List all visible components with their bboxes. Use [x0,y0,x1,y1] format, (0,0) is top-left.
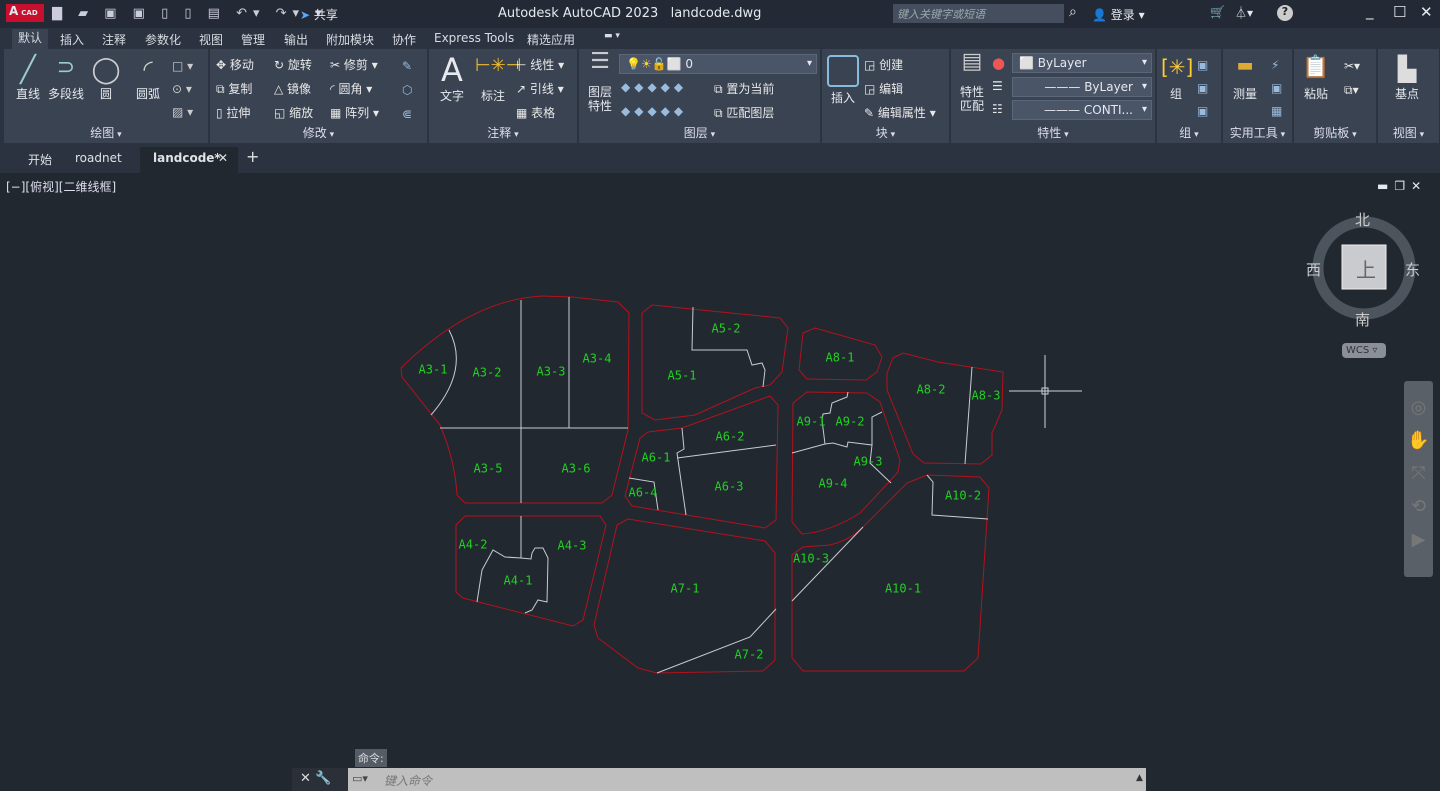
parcel-boundaries [400,295,1004,674]
close-command-icon[interactable]: ✕ [300,771,311,786]
parcel-label[interactable]: A6-3 [715,480,744,494]
block-a8[interactable] [886,352,1004,465]
parcel-label[interactable]: A8-1 [826,351,855,365]
parcel-label[interactable]: A4-1 [504,574,533,588]
parcel-label[interactable]: A3-6 [562,462,591,476]
ucs-label: WCS [1346,345,1370,356]
command-prompt-icon[interactable]: ▭▾ [352,772,368,785]
parcel-label[interactable]: A9-4 [819,477,848,491]
parcel-label[interactable]: A3-2 [473,366,502,380]
parcel-label[interactable]: A10-2 [945,489,981,503]
viewcube-top-face[interactable]: 上 [1356,254,1376,283]
compass-east[interactable]: 东 [1405,259,1420,280]
parcel-label[interactable]: A10-1 [885,582,921,596]
parcel-label[interactable]: A6-2 [716,430,745,444]
parcel-label[interactable]: A4-2 [459,538,488,552]
parcel-label[interactable]: A3-4 [583,352,612,366]
parcel-label[interactable]: A8-3 [972,389,1001,403]
block-a4[interactable] [455,515,607,627]
block-a9[interactable] [791,391,901,535]
block-a10[interactable] [791,474,990,672]
parcel-label[interactable]: A6-1 [642,451,671,465]
pan-hand-icon[interactable]: ✋ [1404,424,1433,457]
compass-north[interactable]: 北 [1355,209,1370,230]
drawing: A3-1 A3-2 A3-3 A3-4 A3-5 A3-6 A4-1 A4-2 … [400,216,1416,674]
crosshair-cursor [1009,355,1082,428]
parcel-label[interactable]: A9-3 [854,455,883,469]
zoom-extents-icon[interactable]: ⤧ [1404,457,1433,490]
steering-wheel-icon[interactable]: ◎ [1404,391,1433,424]
showmotion-icon[interactable]: ▶ [1404,523,1433,556]
parcel-label[interactable]: A9-1 [797,415,826,429]
orbit-icon[interactable]: ⟲ [1404,490,1433,523]
navigation-bar[interactable]: ◎ ✋ ⤧ ⟲ ▶ [1404,381,1433,577]
command-history: 命令: [355,749,387,767]
parcel-label[interactable]: A8-2 [917,383,946,397]
parcel-label[interactable]: A7-1 [671,582,700,596]
parcel-label[interactable]: A3-1 [419,363,448,377]
parcel-label[interactable]: A4-3 [558,539,587,553]
block-a3[interactable] [400,295,630,504]
command-history-toggle[interactable]: ▲ [1136,773,1143,783]
parcel-label[interactable]: A3-3 [537,365,566,379]
parcel-labels: A3-1 A3-2 A3-3 A3-4 A3-5 A3-6 A4-1 A4-2 … [419,322,1001,662]
parcel-label[interactable]: A3-5 [474,462,503,476]
parcel-label[interactable]: A9-2 [836,415,865,429]
command-line-tools: ✕ 🔧 [292,768,348,791]
parcel-label[interactable]: A5-2 [712,322,741,336]
compass-south[interactable]: 南 [1355,309,1370,330]
command-input[interactable]: 键入命令 [348,768,1146,791]
parcel-label[interactable]: A6-4 [629,486,658,500]
ucs-dropdown[interactable]: WCS ▿ [1342,343,1386,358]
parcel-label[interactable]: A5-1 [668,369,697,383]
parcel-label[interactable]: A7-2 [735,648,764,662]
compass-west[interactable]: 西 [1306,259,1321,280]
customize-wrench-icon[interactable]: 🔧 [315,771,331,786]
parcel-label[interactable]: A10-3 [793,552,829,566]
